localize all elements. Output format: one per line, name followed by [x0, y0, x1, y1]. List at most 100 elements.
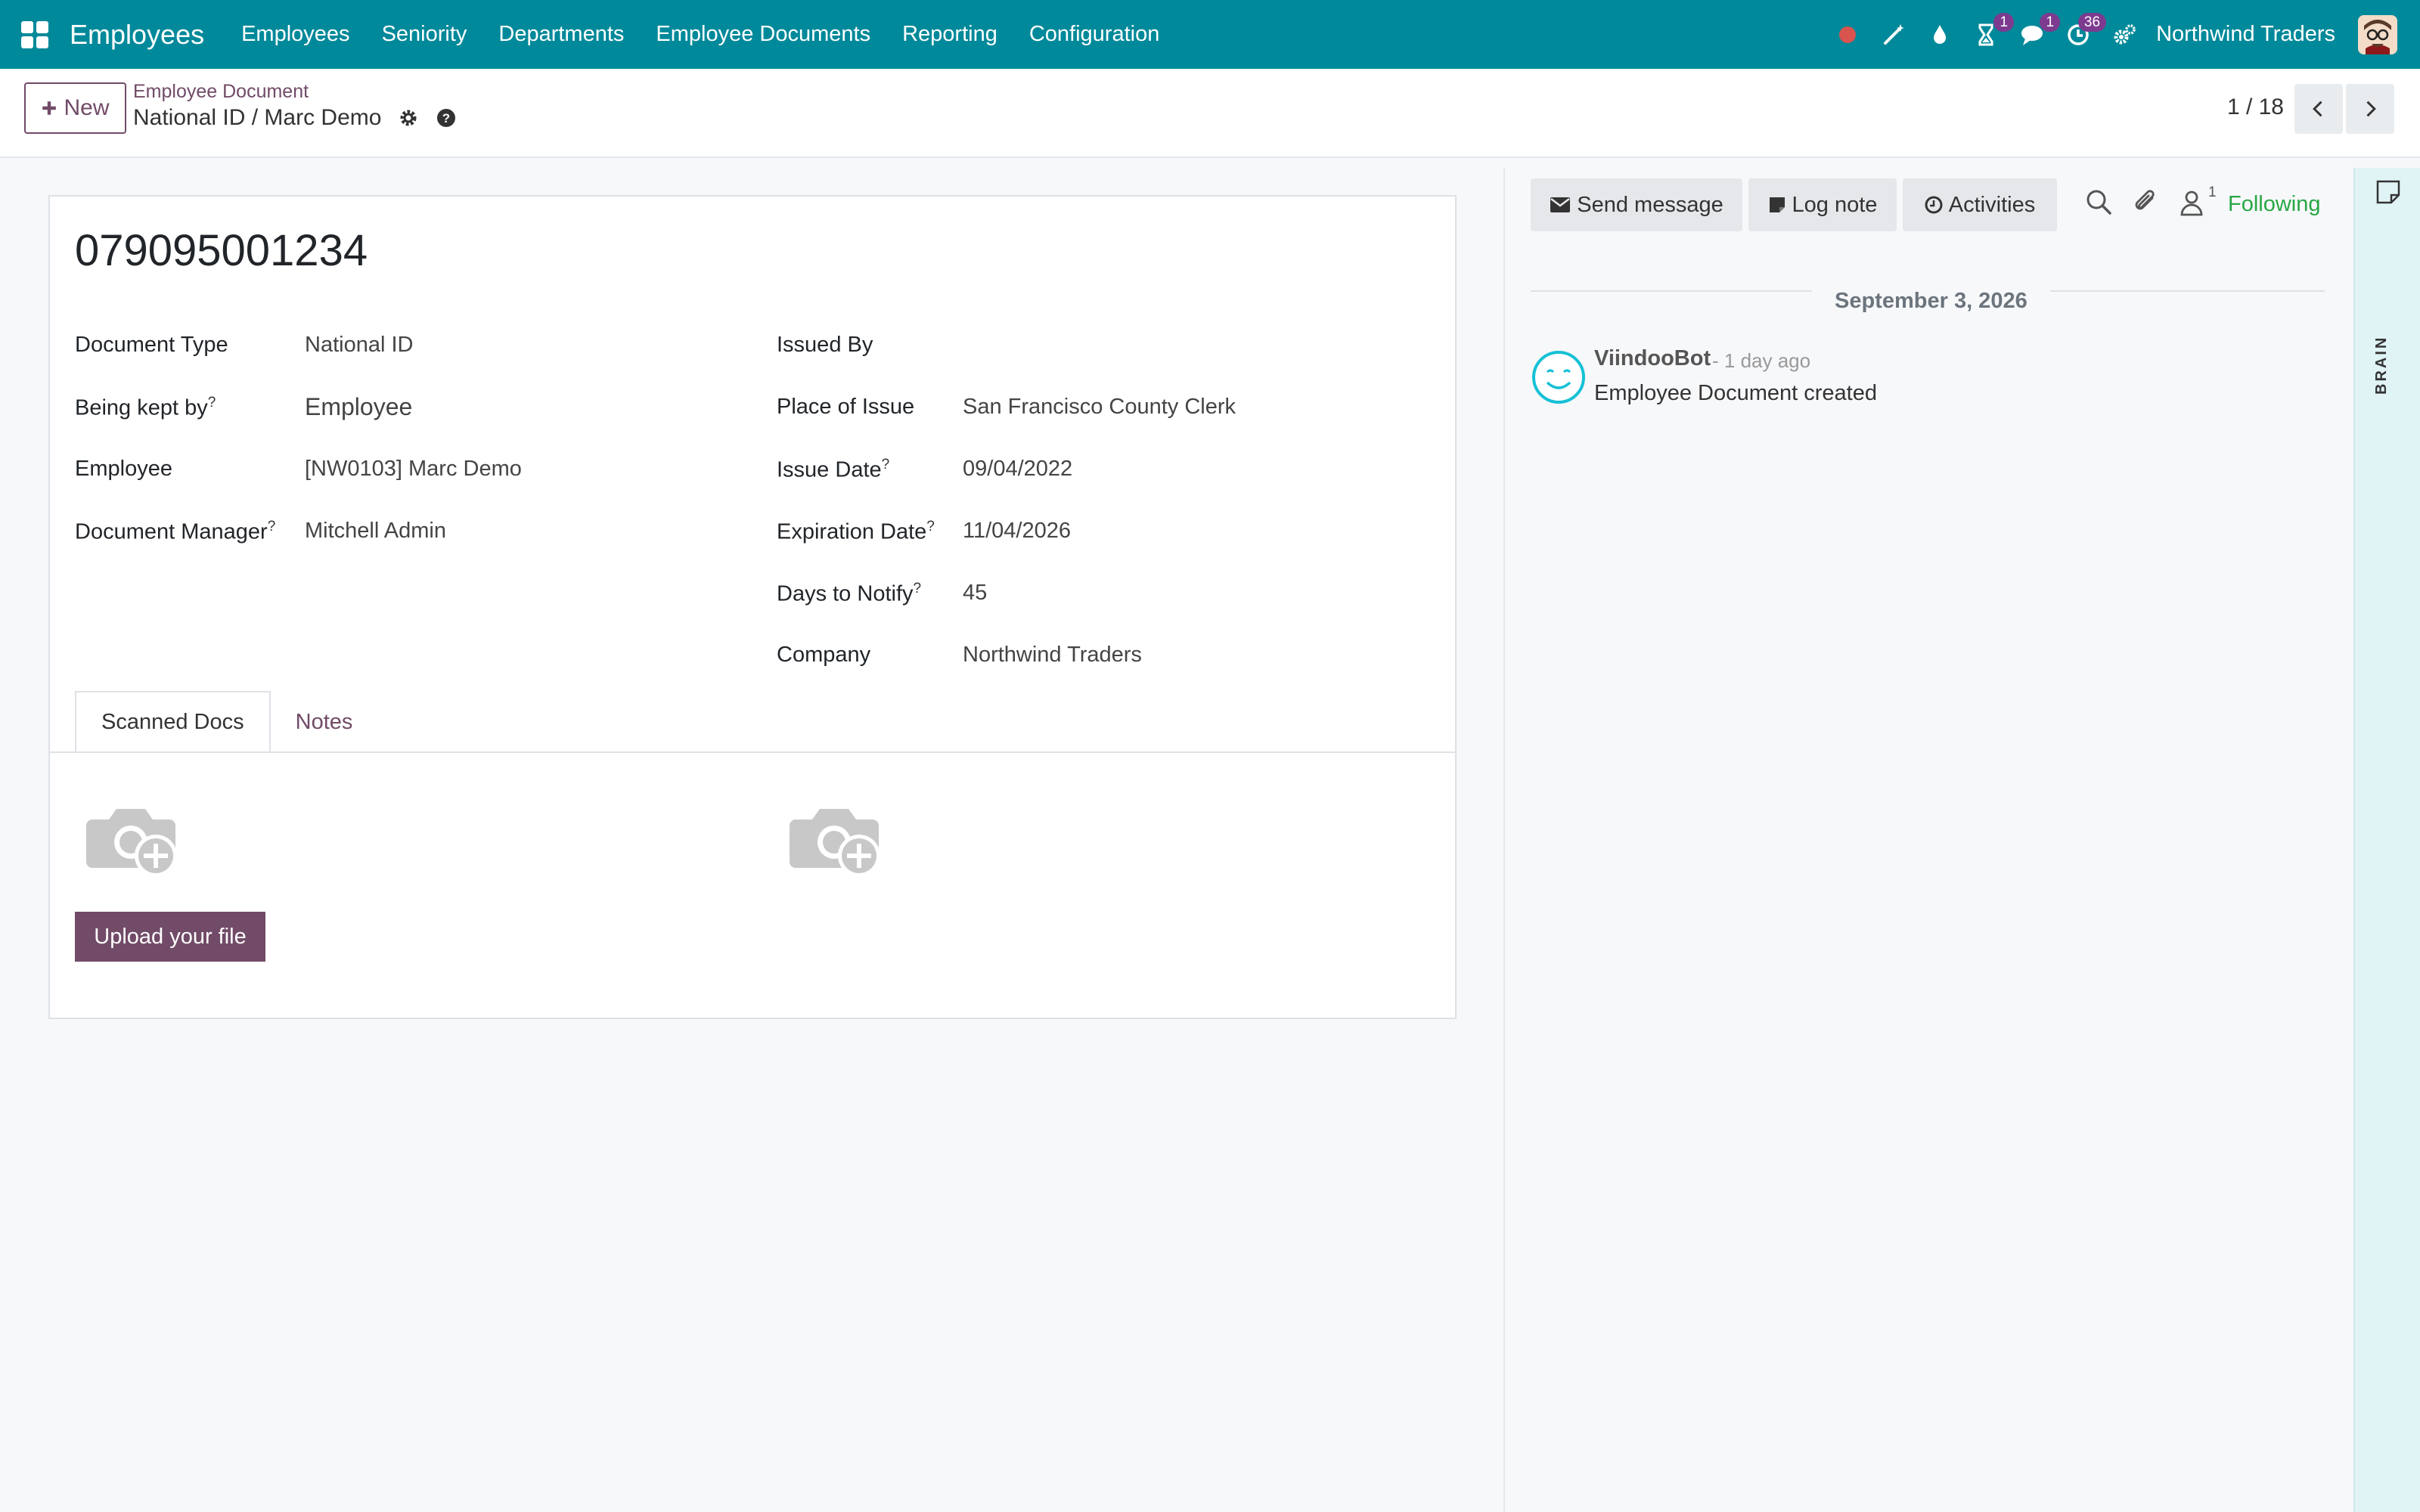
brain-label[interactable]: BRAIN	[2373, 336, 2391, 395]
help-icon[interactable]: ?	[436, 107, 457, 129]
hourglass-icon[interactable]: 1	[1972, 12, 2015, 49]
svg-text:?: ?	[442, 111, 450, 125]
field-label: Employee	[75, 457, 172, 481]
upload-file-button[interactable]: Upload your file	[75, 912, 265, 962]
plus-icon	[42, 101, 57, 115]
company-switcher[interactable]: Northwind Traders	[2156, 22, 2335, 47]
breadcrumb-current-label: National ID / Marc Demo	[133, 105, 382, 130]
sticky-note-icon[interactable]	[2375, 178, 2402, 206]
record-dot-icon[interactable]	[1833, 20, 1862, 49]
field-document-type: Document Type National ID	[75, 333, 740, 363]
log-note-button[interactable]: Log note	[1748, 178, 1897, 231]
help-marker[interactable]: ?	[914, 581, 922, 596]
field-value[interactable]: 45	[963, 581, 987, 606]
note-icon	[1769, 197, 1785, 212]
paperclip-icon[interactable]	[2131, 187, 2161, 218]
chevron-right-icon	[2366, 101, 2376, 117]
field-label: Expiration Date?	[777, 519, 935, 544]
field-value[interactable]: Mitchell Admin	[305, 519, 446, 544]
message-author[interactable]: ViindooBot	[1594, 346, 1711, 371]
follower-user-icon[interactable]	[2176, 187, 2207, 218]
activities-button[interactable]: Activities	[1903, 178, 2057, 231]
field-value[interactable]: 11/04/2026	[963, 519, 1071, 544]
pager-nav	[2294, 84, 2394, 134]
settings-gears-icon[interactable]	[2110, 20, 2139, 49]
tab-notes[interactable]: Notes	[271, 691, 378, 753]
pager-previous-button[interactable]	[2294, 84, 2343, 134]
follower-count: 1	[2208, 184, 2217, 200]
pager-next-button[interactable]	[2346, 84, 2394, 134]
field-document-manager: Document Manager? Mitchell Admin	[75, 519, 740, 549]
send-message-button[interactable]: Send message	[1531, 178, 1742, 231]
new-button[interactable]: New	[24, 82, 126, 134]
chevron-left-icon	[2313, 101, 2322, 117]
send-message-label: Send message	[1577, 192, 1723, 217]
top-navbar: Employees Employees Seniority Department…	[0, 0, 2420, 69]
field-label: Document Manager?	[75, 519, 276, 544]
app-title[interactable]: Employees	[70, 19, 204, 51]
gear-icon[interactable]	[398, 107, 419, 129]
menu-seniority[interactable]: Seniority	[366, 22, 483, 47]
menu-configuration[interactable]: Configuration	[1013, 22, 1176, 47]
menu-reporting[interactable]: Reporting	[886, 22, 1013, 47]
user-avatar[interactable]	[2358, 14, 2397, 54]
field-label: Days to Notify?	[777, 581, 922, 606]
field-expiration-date: Expiration Date? 11/04/2026	[777, 519, 1442, 549]
menu-employees[interactable]: Employees	[225, 22, 365, 47]
field-label: Issue Date?	[777, 457, 890, 482]
field-value[interactable]: National ID	[305, 333, 413, 358]
log-note-label: Log note	[1792, 192, 1878, 217]
camera-add-icon[interactable]	[790, 795, 888, 878]
apps-menu-icon[interactable]	[21, 20, 48, 48]
field-label: Place of Issue	[777, 395, 915, 419]
field-value[interactable]: San Francisco County Clerk	[963, 395, 1236, 420]
form-area: 079095001234 Document Type National ID B…	[0, 168, 1505, 1512]
form-sheet: 079095001234 Document Type National ID B…	[48, 195, 1457, 1019]
camera-add-icon[interactable]	[86, 795, 185, 878]
help-marker[interactable]: ?	[208, 395, 216, 411]
activities-label: Activities	[1948, 192, 2036, 217]
clock-icon	[1925, 196, 1943, 214]
menu-employee-documents[interactable]: Employee Documents	[640, 22, 886, 47]
message-timestamp: - 1 day ago	[1712, 349, 1811, 372]
field-label: Being kept by?	[75, 395, 216, 420]
messages-badge: 1	[2040, 12, 2061, 32]
field-employee: Employee [NW0103] Marc Demo	[75, 457, 740, 487]
activity-badge: 1	[1993, 12, 2015, 32]
help-marker[interactable]: ?	[268, 519, 276, 534]
search-icon[interactable]	[2084, 187, 2114, 218]
chatter-panel: Send message Log note Activities 1 Follo…	[1506, 168, 2353, 1512]
help-marker[interactable]: ?	[926, 519, 935, 534]
envelope-icon	[1550, 197, 1571, 212]
breadcrumb-parent-link[interactable]: Employee Document	[133, 81, 309, 103]
timer-badge: 36	[2077, 12, 2107, 32]
messages-icon[interactable]: 1	[2018, 12, 2061, 49]
menu-departments[interactable]: Departments	[482, 22, 640, 47]
field-label: Company	[777, 643, 871, 667]
field-label: Document Type	[75, 333, 228, 357]
field-value[interactable]: [NW0103] Marc Demo	[305, 457, 522, 482]
following-button[interactable]: Following	[2228, 192, 2321, 217]
field-value[interactable]: Employee	[305, 393, 412, 421]
timer-icon[interactable]: 36	[2064, 12, 2107, 49]
field-days-to-notify: Days to Notify? 45	[777, 581, 1442, 611]
field-value[interactable]: 09/04/2022	[963, 457, 1072, 482]
tab-scanned-docs[interactable]: Scanned Docs	[75, 691, 271, 753]
magic-wand-icon[interactable]	[1879, 20, 1908, 49]
systray: 1 1 36 Northwind Traders	[1833, 0, 2420, 69]
smiley-avatar-icon	[1531, 349, 1587, 405]
field-being-kept-by: Being kept by? Employee	[75, 393, 740, 425]
breadcrumb-current: National ID / Marc Demo ?	[133, 105, 457, 131]
pager-value[interactable]: 1 / 18	[2227, 94, 2284, 120]
control-panel: New Employee Document National ID / Marc…	[0, 69, 2420, 158]
help-marker[interactable]: ?	[882, 457, 890, 472]
brain-side-panel: BRAIN	[2353, 168, 2420, 1512]
field-issue-date: Issue Date? 09/04/2022	[777, 457, 1442, 487]
field-issued-by: Issued By	[777, 333, 1442, 363]
field-value[interactable]: Northwind Traders	[963, 643, 1142, 668]
tab-divider	[50, 751, 1455, 753]
drop-icon[interactable]	[1925, 20, 1954, 49]
field-company: Company Northwind Traders	[777, 643, 1442, 673]
notebook-tabs: Scanned Docs Notes	[75, 691, 377, 753]
document-number[interactable]: 079095001234	[75, 225, 368, 276]
